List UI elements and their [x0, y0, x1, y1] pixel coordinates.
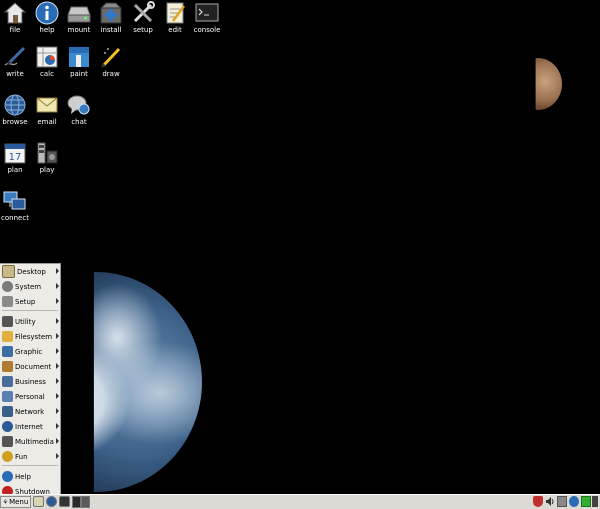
folder-icon — [2, 331, 13, 342]
desktop-icon-write[interactable]: write — [0, 45, 32, 78]
menu-item-help[interactable]: Help — [0, 469, 60, 484]
graphic-icon — [2, 346, 13, 357]
submenu-arrow-icon — [56, 393, 59, 399]
personal-icon — [2, 391, 13, 402]
desktop-icon-browse[interactable]: browse — [0, 93, 32, 126]
menu-item-document[interactable]: Document — [0, 359, 60, 374]
spreadsheet-icon — [36, 46, 58, 68]
media-icon — [37, 142, 58, 164]
desktop-icon-calc[interactable]: calc — [30, 45, 64, 78]
network-icon — [3, 191, 26, 210]
desktop-icon-install[interactable]: install — [94, 1, 128, 34]
desktop-icon-edit[interactable]: edit — [158, 1, 192, 34]
chat-icon — [67, 95, 90, 115]
document-icon — [2, 361, 13, 372]
menu-button[interactable]: ⚘ Menu — [0, 496, 31, 508]
submenu-arrow-icon — [56, 318, 59, 324]
calendar-icon: 17 — [4, 143, 26, 164]
menu-item-personal[interactable]: Personal — [0, 389, 60, 404]
desktop-icon-play[interactable]: play — [30, 141, 64, 174]
terminal-icon — [195, 3, 219, 22]
browser-launcher-icon[interactable] — [46, 496, 57, 507]
menu-item-business[interactable]: Business — [0, 374, 60, 389]
desktop-icon-plan[interactable]: 17 plan — [0, 141, 32, 174]
menu-item-fun[interactable]: Fun — [0, 449, 60, 464]
help-icon — [2, 471, 13, 482]
pen-icon — [4, 46, 26, 66]
submenu-arrow-icon — [56, 438, 59, 444]
desktop-icon-draw[interactable]: draw — [94, 45, 128, 78]
drive-icon — [67, 6, 91, 23]
terminal-launcher-icon[interactable] — [59, 496, 70, 507]
tray-menu-icon[interactable] — [592, 496, 598, 507]
taskbar: ⚘ Menu — [0, 494, 600, 509]
info-icon — [35, 1, 59, 25]
menu-separator — [2, 310, 58, 313]
wallpaper-moon — [535, 58, 562, 110]
submenu-arrow-icon — [56, 453, 59, 459]
globe-icon — [4, 94, 26, 116]
desktop-icon-chat[interactable]: chat — [62, 93, 96, 126]
desktop-icon-email[interactable]: email — [30, 93, 64, 126]
menu-item-network[interactable]: Network — [0, 404, 60, 419]
notepad-icon — [166, 2, 186, 24]
desktop-icon-connect[interactable]: connect — [0, 189, 32, 222]
paint-icon — [69, 47, 89, 67]
menu-item-filesystem[interactable]: Filesystem — [0, 329, 60, 344]
envelope-icon — [36, 97, 58, 113]
battery-icon[interactable] — [581, 496, 591, 507]
utility-icon — [2, 316, 13, 327]
network-status-icon[interactable] — [569, 496, 579, 507]
menu-item-internet[interactable]: Internet — [0, 419, 60, 434]
desktop-icon-console[interactable]: console — [190, 1, 224, 34]
submenu-arrow-icon — [56, 333, 59, 339]
tools-icon — [2, 296, 13, 307]
workspace-2[interactable] — [81, 496, 90, 508]
business-icon — [2, 376, 13, 387]
svg-text:17: 17 — [9, 152, 22, 163]
tools-icon — [133, 1, 155, 23]
desktop-icon-mount[interactable]: mount — [62, 1, 96, 34]
fun-icon — [2, 451, 13, 462]
workspace-1[interactable] — [72, 496, 81, 508]
shield-icon[interactable] — [533, 496, 543, 507]
submenu-arrow-icon — [56, 423, 59, 429]
clipboard-icon[interactable] — [557, 496, 567, 507]
multimedia-icon — [2, 436, 13, 447]
network-icon — [2, 406, 13, 417]
menu-item-system[interactable]: System — [0, 279, 60, 294]
menu-item-setup[interactable]: Setup — [0, 294, 60, 309]
menu-item-graphic[interactable]: Graphic — [0, 344, 60, 359]
desktop-icon — [2, 265, 15, 278]
submenu-arrow-icon — [56, 378, 59, 384]
submenu-arrow-icon — [56, 408, 59, 414]
menu-separator — [2, 465, 58, 468]
submenu-arrow-icon — [56, 268, 59, 274]
desktop-icon-paint[interactable]: paint — [62, 45, 96, 78]
show-desktop-icon[interactable] — [33, 496, 44, 507]
desktop-icon-help[interactable]: help — [30, 1, 64, 34]
volume-icon[interactable] — [545, 496, 555, 507]
home-icon — [3, 2, 27, 24]
menu-item-desktop[interactable]: Desktop — [0, 264, 60, 279]
package-icon — [99, 2, 123, 24]
start-menu: Desktop System Setup Utility Filesystem … — [0, 263, 61, 497]
menu-item-utility[interactable]: Utility — [0, 314, 60, 329]
draw-icon — [101, 47, 121, 68]
desktop-icon-file[interactable]: file — [0, 1, 32, 34]
menu-item-multimedia[interactable]: Multimedia — [0, 434, 60, 449]
submenu-arrow-icon — [56, 363, 59, 369]
submenu-arrow-icon — [56, 298, 59, 304]
gear-icon — [2, 281, 13, 292]
submenu-arrow-icon — [56, 348, 59, 354]
submenu-arrow-icon — [56, 283, 59, 289]
desktop-icon-setup[interactable]: setup — [126, 1, 160, 34]
globe-icon — [2, 421, 13, 432]
menu-logo-icon: ⚘ — [2, 498, 9, 506]
